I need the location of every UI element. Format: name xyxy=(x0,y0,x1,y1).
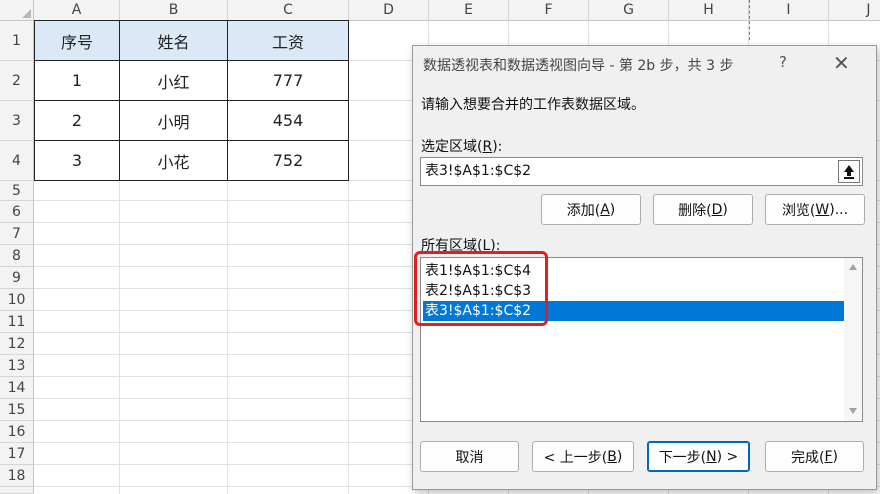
table-header-cell[interactable]: 姓名 xyxy=(120,21,228,61)
select-all-corner[interactable] xyxy=(0,0,34,21)
row-header-14[interactable]: 14 xyxy=(0,377,34,399)
instruction-text: 请输入想要合并的工作表数据区域。 xyxy=(421,97,645,113)
page-break-line xyxy=(749,0,750,40)
table-cell[interactable]: 3 xyxy=(34,141,120,181)
row-header-9[interactable]: 9 xyxy=(0,267,34,289)
range-value: 表3!$A$1:$C$2 xyxy=(425,163,532,179)
dialog-title: 数据透视表和数据透视图向导 - 第 2b 步，共 3 步 xyxy=(423,58,734,74)
close-icon[interactable]: ✕ xyxy=(833,51,850,75)
scroll-up-icon[interactable] xyxy=(849,264,857,270)
column-header-e[interactable]: E xyxy=(429,0,509,21)
row-header-5[interactable]: 5 xyxy=(0,181,34,201)
column-header-d[interactable]: D xyxy=(349,0,429,21)
scroll-down-icon[interactable] xyxy=(849,408,857,414)
row-header-7[interactable]: 7 xyxy=(0,223,34,245)
row-header-16[interactable]: 16 xyxy=(0,421,34,443)
upload-arrow-icon xyxy=(844,164,854,179)
column-header-g[interactable]: G xyxy=(589,0,669,21)
annotation-highlight-box xyxy=(414,251,548,326)
table-cell[interactable]: 小花 xyxy=(120,141,228,181)
table-cell[interactable]: 777 xyxy=(228,61,349,101)
range-label: 选定区域(R): xyxy=(421,139,503,155)
range-input[interactable]: 表3!$A$1:$C$2 xyxy=(420,157,863,186)
column-header-f[interactable]: F xyxy=(509,0,589,21)
row-header-2[interactable]: 2 xyxy=(0,61,34,101)
column-header-c[interactable]: C xyxy=(228,0,349,21)
cancel-button[interactable]: 取消 xyxy=(420,441,519,472)
browse-button[interactable]: 浏览(W)... xyxy=(765,194,865,225)
collapse-dialog-button[interactable] xyxy=(838,160,860,183)
column-header-b[interactable]: B xyxy=(120,0,228,21)
list-scrollbar[interactable] xyxy=(844,258,862,421)
delete-button[interactable]: 删除(D) xyxy=(653,194,753,225)
row-header-12[interactable]: 12 xyxy=(0,333,34,355)
row-header-18[interactable]: 18 xyxy=(0,465,34,487)
column-header-j[interactable]: J xyxy=(829,0,880,21)
row-header-1[interactable]: 1 xyxy=(0,21,34,61)
add-button[interactable]: 添加(A) xyxy=(541,194,641,225)
table-header-cell[interactable]: 工资 xyxy=(228,21,349,61)
help-button[interactable]: ? xyxy=(779,53,787,71)
row-header-3[interactable]: 3 xyxy=(0,101,34,141)
table-cell[interactable]: 小明 xyxy=(120,101,228,141)
next-button[interactable]: 下一步(N) > xyxy=(647,441,750,472)
row-header-15[interactable]: 15 xyxy=(0,399,34,421)
table-cell[interactable]: 小红 xyxy=(120,61,228,101)
column-header-h[interactable]: H xyxy=(669,0,749,21)
row-header-8[interactable]: 8 xyxy=(0,245,34,267)
row-header-11[interactable]: 11 xyxy=(0,311,34,333)
row-header-19[interactable] xyxy=(0,487,34,494)
column-header-i[interactable]: I xyxy=(749,0,829,21)
table-header-cell[interactable]: 序号 xyxy=(34,21,120,61)
back-button[interactable]: < 上一步(B) xyxy=(532,441,634,472)
finish-button[interactable]: 完成(F) xyxy=(765,441,864,472)
row-header-17[interactable]: 17 xyxy=(0,443,34,465)
row-header-6[interactable]: 6 xyxy=(0,201,34,223)
table-cell[interactable]: 1 xyxy=(34,61,120,101)
row-header-13[interactable]: 13 xyxy=(0,355,34,377)
row-header-4[interactable]: 4 xyxy=(0,141,34,181)
table-cell[interactable]: 752 xyxy=(228,141,349,181)
table-cell[interactable]: 454 xyxy=(228,101,349,141)
row-header-10[interactable]: 10 xyxy=(0,289,34,311)
column-header-a[interactable]: A xyxy=(34,0,120,21)
table-cell[interactable]: 2 xyxy=(34,101,120,141)
